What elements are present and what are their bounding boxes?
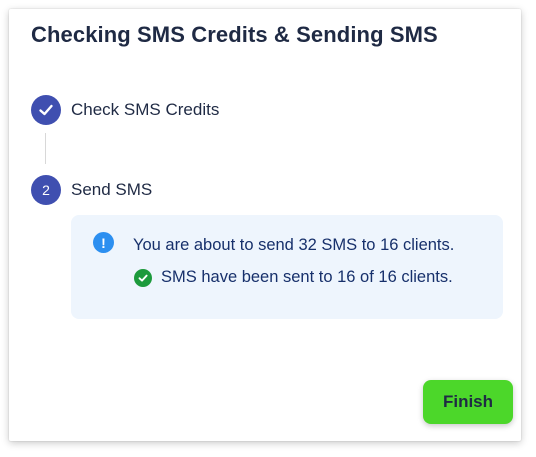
step-connector <box>45 133 46 164</box>
sms-dialog: Checking SMS Credits & Sending SMS Check… <box>9 9 521 441</box>
step-1-circle <box>31 95 61 125</box>
dialog-title: Checking SMS Credits & Sending SMS <box>31 22 438 47</box>
step-check-sms-credits: Check SMS Credits <box>31 95 219 125</box>
info-box: ! You are about to send 32 SMS to 16 cli… <box>71 215 503 319</box>
info-message-row: ! You are about to send 32 SMS to 16 cli… <box>93 232 455 256</box>
step-2-circle: 2 <box>31 175 61 205</box>
finish-button[interactable]: Finish <box>423 380 513 424</box>
check-circle-icon <box>134 268 152 287</box>
step-2-label: Send SMS <box>71 180 153 199</box>
info-message: You are about to send 32 SMS to 16 clien… <box>133 236 455 254</box>
checkmark-icon <box>39 104 53 116</box>
info-icon: ! <box>93 232 114 253</box>
success-message: SMS have been sent to 16 of 16 clients. <box>161 268 453 286</box>
step-send-sms: 2 Send SMS <box>31 175 152 205</box>
step-1-label: Check SMS Credits <box>71 100 220 119</box>
success-message-row: SMS have been sent to 16 of 16 clients. <box>134 268 453 287</box>
